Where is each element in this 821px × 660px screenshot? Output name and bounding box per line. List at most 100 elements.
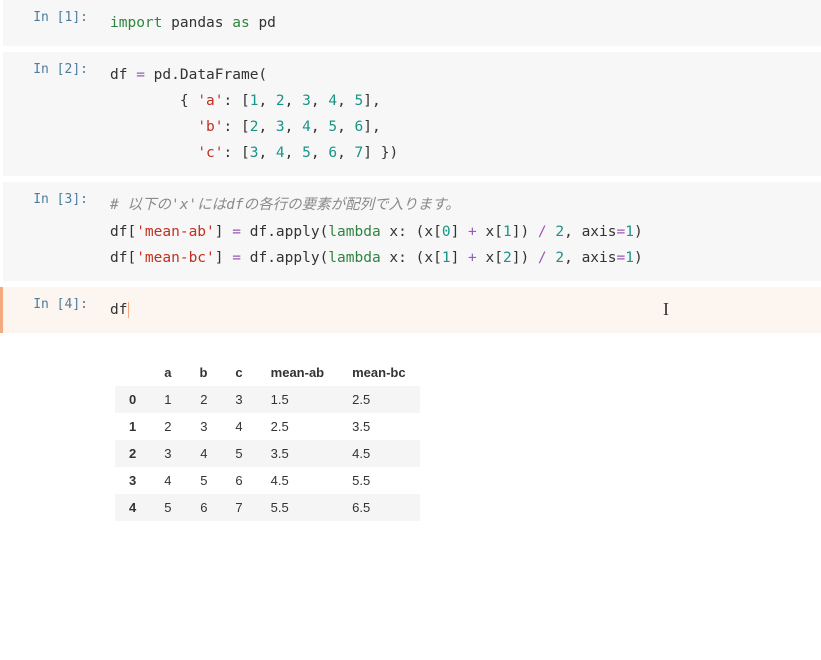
str: 'a' <box>197 93 223 109</box>
comment-text: の各行の要素が配列で入ります。 <box>244 197 460 213</box>
ident: pd <box>258 15 275 31</box>
cell-prompt: In [1]: <box>3 0 98 46</box>
comment-text: には <box>197 197 226 213</box>
comma: , <box>311 93 320 109</box>
comment: # 以下の'x'にはdfの各行の要素が配列で入ります。 <box>110 197 460 213</box>
str: 'c' <box>197 145 223 161</box>
rp: ) <box>634 224 643 240</box>
ident: df <box>110 250 127 266</box>
rb: ] <box>363 93 372 109</box>
op: + <box>468 250 477 266</box>
num: 2 <box>503 250 512 266</box>
num: 2 <box>555 224 564 240</box>
col-header: a <box>150 359 185 386</box>
cell: 1.5 <box>257 386 338 413</box>
call: .apply( <box>267 224 328 240</box>
cell: 1 <box>150 386 185 413</box>
num: 5 <box>355 93 364 109</box>
comma: , <box>285 93 294 109</box>
cell: 5 <box>221 440 256 467</box>
ident: pandas <box>171 15 223 31</box>
num: 1 <box>442 250 451 266</box>
idx: ] <box>451 224 460 240</box>
rb: ] <box>215 224 224 240</box>
num: 6 <box>355 119 364 135</box>
comma: , <box>285 145 294 161</box>
table-row: 4 5 6 7 5.5 6.5 <box>115 494 420 521</box>
rparen: ) <box>389 145 398 161</box>
cell: 2 <box>185 386 221 413</box>
code-input[interactable]: df = pd.DataFrame( { 'a': [1, 2, 3, 4, 5… <box>98 52 821 176</box>
cell: 5.5 <box>338 467 419 494</box>
num: 0 <box>442 224 451 240</box>
call: pd.DataFrame( <box>154 67 268 83</box>
colon: : <box>224 93 233 109</box>
num: 1 <box>503 224 512 240</box>
kw-axis: axis <box>582 250 617 266</box>
table-row: 0 1 2 3 1.5 2.5 <box>115 386 420 413</box>
ident: df <box>110 67 127 83</box>
num: 5 <box>302 145 311 161</box>
cell: 6 <box>185 494 221 521</box>
text-cursor-icon <box>128 302 129 318</box>
num: 1 <box>625 224 634 240</box>
colon: : <box>224 145 233 161</box>
dataframe-table: a b c mean-ab mean-bc 0 1 2 3 1.5 2.5 1 … <box>115 359 420 521</box>
comment-text: df <box>226 197 243 213</box>
table-row: 2 3 4 5 3.5 4.5 <box>115 440 420 467</box>
lb: [ <box>127 224 136 240</box>
cell: 3.5 <box>338 413 419 440</box>
table-body: 0 1 2 3 1.5 2.5 1 2 3 4 2.5 3.5 2 3 4 5 … <box>115 386 420 521</box>
lb: [ <box>241 93 250 109</box>
rb: ] <box>363 145 372 161</box>
num: 6 <box>328 145 337 161</box>
code-input[interactable]: import pandas as pd <box>98 0 821 46</box>
code-cell-4[interactable]: In [4]: df I <box>0 287 821 333</box>
idx: x[ <box>424 250 441 266</box>
idx: x[ <box>424 224 441 240</box>
kw-axis: axis <box>582 224 617 240</box>
str: 'mean-ab' <box>136 224 215 240</box>
code-cell-3[interactable]: In [3]: # 以下の'x'にはdfの各行の要素が配列で入ります。 df['… <box>0 182 821 280</box>
code-input[interactable]: # 以下の'x'にはdfの各行の要素が配列で入ります。 df['mean-ab'… <box>98 182 821 280</box>
cell: 3 <box>185 413 221 440</box>
cell: 2 <box>150 413 185 440</box>
row-index: 2 <box>115 440 150 467</box>
cell: 3 <box>150 440 185 467</box>
comma: , <box>564 250 573 266</box>
str: 'b' <box>197 119 223 135</box>
cell: 5 <box>150 494 185 521</box>
num: 4 <box>302 119 311 135</box>
lb: [ <box>127 250 136 266</box>
code-cell-2[interactable]: In [2]: df = pd.DataFrame( { 'a': [1, 2,… <box>0 52 821 176</box>
num: 7 <box>355 145 364 161</box>
comment-text: 'x' <box>171 197 197 213</box>
comma: , <box>337 145 346 161</box>
rb: ] <box>363 119 372 135</box>
comma: , <box>258 145 267 161</box>
op: = <box>232 224 241 240</box>
kw-lambda: lambda <box>328 250 380 266</box>
cell: 5.5 <box>257 494 338 521</box>
num: 4 <box>328 93 337 109</box>
cell: 3.5 <box>257 440 338 467</box>
rp: ) <box>520 250 529 266</box>
comment-text: # 以下の <box>110 197 171 213</box>
lb: [ <box>241 145 250 161</box>
col-header: mean-bc <box>338 359 419 386</box>
ident: df <box>250 250 267 266</box>
comma: , <box>564 224 573 240</box>
col-header: mean-ab <box>257 359 338 386</box>
code-cell-1[interactable]: In [1]: import pandas as pd <box>0 0 821 46</box>
op: = <box>617 224 626 240</box>
cell-prompt: In [4]: <box>3 287 98 333</box>
code-input[interactable]: df <box>98 287 821 333</box>
kw-lambda: lambda <box>328 224 380 240</box>
col-header <box>115 359 150 386</box>
ident: x <box>389 250 398 266</box>
comma: , <box>285 119 294 135</box>
cell: 7 <box>221 494 256 521</box>
cell: 5 <box>185 467 221 494</box>
num: 5 <box>328 119 337 135</box>
comma: , <box>337 119 346 135</box>
